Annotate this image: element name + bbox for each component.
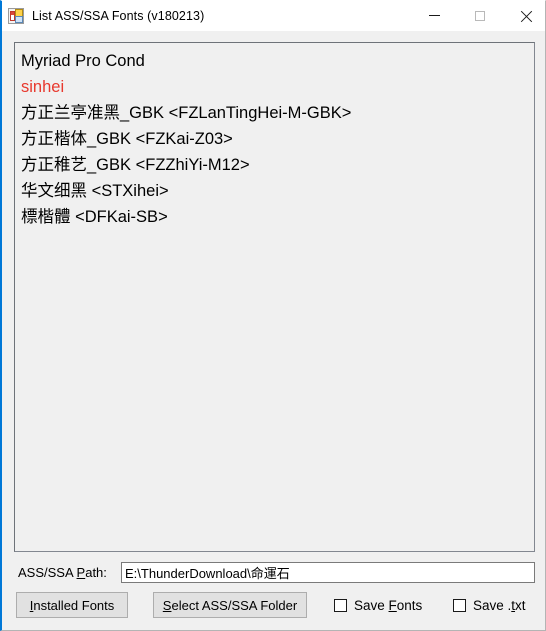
app-window: List ASS/SSA Fonts (v180213) Myriad Pro … xyxy=(0,0,546,631)
checkbox-box[interactable] xyxy=(453,599,466,612)
path-label-suffix: ath: xyxy=(85,565,107,580)
list-item[interactable]: Myriad Pro Cond xyxy=(19,48,534,74)
font-name: 方正兰亭准黑_GBK <FZLanTingHei-M-GBK> xyxy=(21,104,352,122)
maximize-icon xyxy=(475,11,485,21)
font-list-box[interactable]: Myriad Pro Cond sinhei 方正兰亭准黑_GBK <FZLan… xyxy=(14,42,535,552)
close-icon xyxy=(520,10,533,23)
installed-fonts-button[interactable]: Installed Fonts xyxy=(16,592,128,618)
save-txt-label: Save .txt xyxy=(473,598,526,613)
path-input[interactable] xyxy=(121,562,535,583)
save-fonts-checkbox[interactable]: Save Fonts xyxy=(334,598,422,613)
font-name: 方正楷体_GBK <FZKai-Z03> xyxy=(21,130,233,148)
list-item[interactable]: 方正兰亭准黑_GBK <FZLanTingHei-M-GBK> xyxy=(19,100,534,126)
select-folder-label: elect ASS/SSA Folder xyxy=(171,597,298,613)
form-window-icon xyxy=(8,8,24,24)
list-item[interactable]: sinhei xyxy=(19,74,534,100)
font-name: 华文细黑 <STXihei> xyxy=(21,182,169,200)
installed-fonts-label: nstalled Fonts xyxy=(33,597,115,613)
close-button[interactable] xyxy=(503,1,546,31)
save-fonts-label: Save Fonts xyxy=(354,598,423,613)
list-item[interactable]: 华文细黑 <STXihei> xyxy=(19,178,534,204)
list-item[interactable]: 方正稚艺_GBK <FZZhiYi-M12> xyxy=(19,152,534,178)
list-item[interactable]: 方正楷体_GBK <FZKai-Z03> xyxy=(19,126,534,152)
font-name: sinhei xyxy=(21,78,65,96)
checkbox-box[interactable] xyxy=(334,599,347,612)
font-name: 方正稚艺_GBK <FZZhiYi-M12> xyxy=(21,156,250,174)
path-label-prefix: ASS/SSA xyxy=(18,565,77,580)
font-name: Myriad Pro Cond xyxy=(21,52,145,70)
path-label-accel: P xyxy=(76,565,86,580)
window-title: List ASS/SSA Fonts (v180213) xyxy=(32,9,205,23)
save-txt-checkbox[interactable]: Save .txt xyxy=(453,598,526,613)
maximize-button[interactable] xyxy=(457,1,503,31)
minimize-button[interactable] xyxy=(411,1,457,31)
path-label: ASS/SSA Path: xyxy=(18,565,107,580)
select-folder-button[interactable]: Select ASS/SSA Folder xyxy=(153,592,307,618)
list-item[interactable]: 標楷體 <DFKai-SB> xyxy=(19,204,534,230)
font-name: 標楷體 <DFKai-SB> xyxy=(21,208,168,226)
minimize-icon xyxy=(428,15,440,16)
